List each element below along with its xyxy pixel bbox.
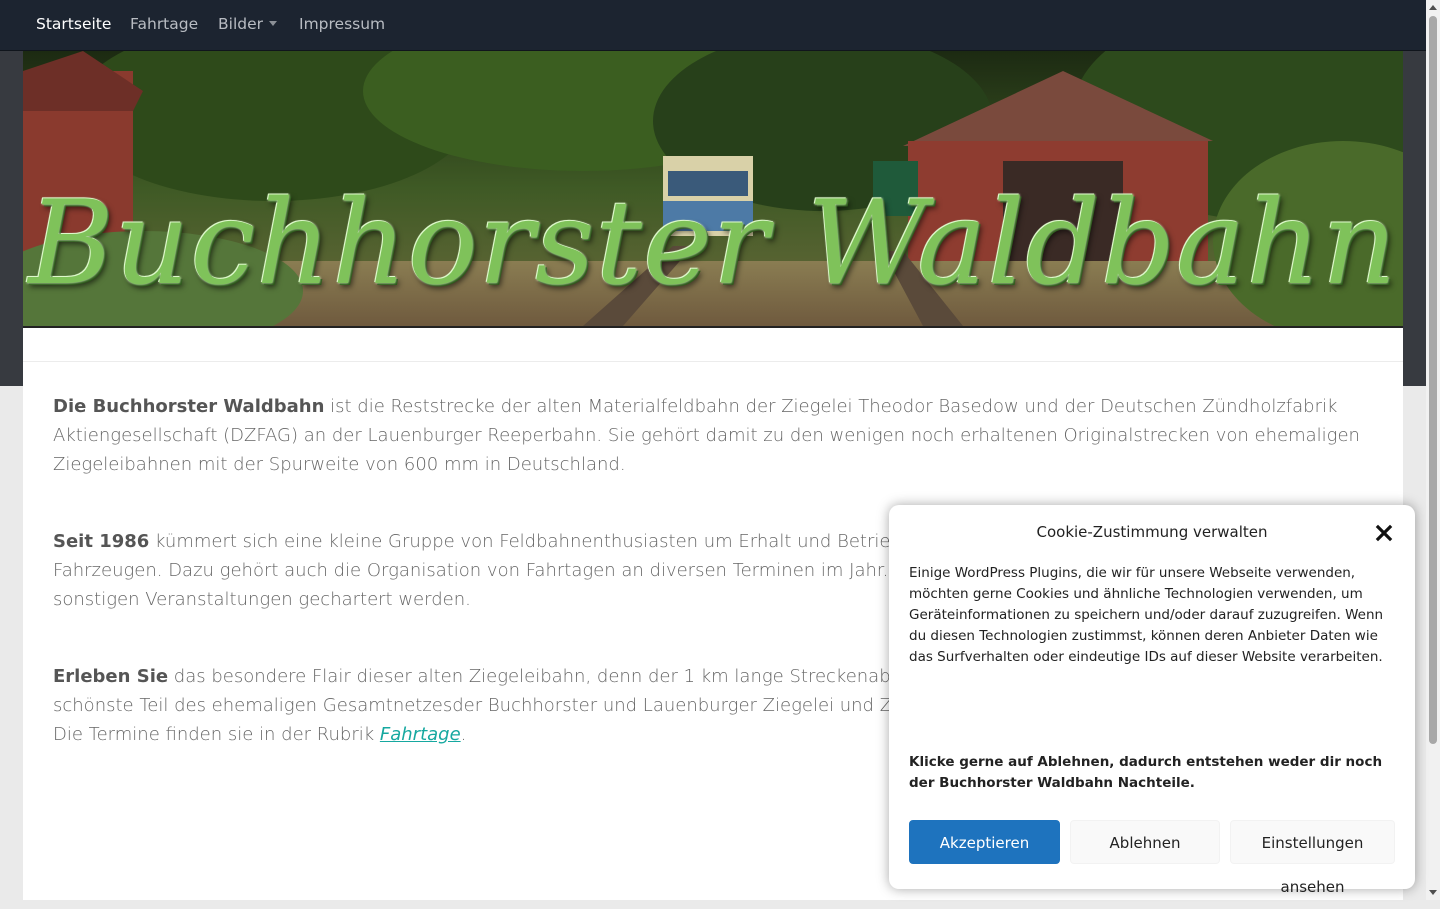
nav-impressum[interactable]: Impressum [299,0,385,50]
intro-strong: Die Buchhorster Waldbahn [53,396,325,417]
close-icon[interactable] [1373,522,1395,544]
experience-strong: Erleben Sie [53,666,169,687]
header-divider [23,328,1403,362]
nav-startseite[interactable]: Startseite [36,0,111,50]
nav-fahrtage[interactable]: Fahrtage [130,0,198,50]
accept-button[interactable]: Akzeptieren [909,820,1060,864]
cookie-consent-dialog: Cookie-Zustimmung verwalten Einige WordP… [889,505,1415,896]
caret-down-icon [269,21,277,26]
experience-end: . [460,724,467,745]
fahrtage-link[interactable]: Fahrtage [380,724,461,745]
cookie-description: Einige WordPress Plugins, die wir für un… [909,565,1384,665]
nav-bilder[interactable]: Bilder [218,0,277,50]
scroll-up-icon[interactable] [1429,5,1437,10]
main-navbar: Startseite Fahrtage Bilder Impressum [0,0,1426,51]
cookie-title: Cookie-Zustimmung verwalten [1036,523,1268,541]
intro-paragraph: Die Buchhorster Waldbahn ist die Reststr… [53,392,1383,479]
scroll-thumb[interactable] [1429,16,1437,744]
nav-bilder-label: Bilder [218,15,263,33]
deny-button[interactable]: Ablehnen [1070,820,1220,864]
header-banner[interactable]: Buchhorster Waldbahn [23,51,1403,328]
cookie-deny-note: Klicke gerne auf Ablehnen, dadurch entst… [909,754,1383,791]
page-scrollbar[interactable] [1426,0,1440,900]
view-preferences-button[interactable]: Einstellungen ansehen [1230,820,1395,896]
banner-title: Buchhorster Waldbahn [28,176,1398,311]
scroll-down-icon[interactable] [1429,890,1437,895]
history-strong: Seit 1986 [53,531,150,552]
